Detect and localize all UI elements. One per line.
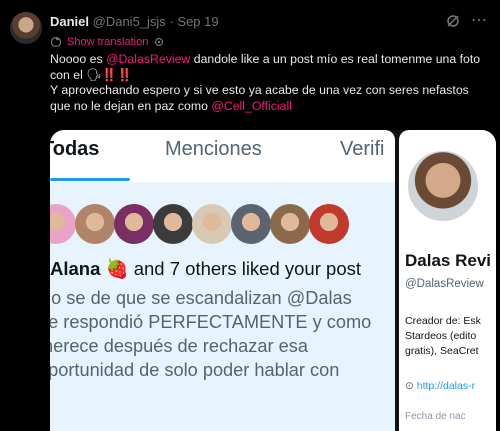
gear-icon[interactable] [153, 36, 165, 48]
show-translation-label: Show translation [67, 36, 149, 48]
show-translation-link[interactable]: Show translation [50, 36, 165, 48]
tab-menciones: Menciones [165, 138, 262, 160]
post-line: oportunidad de solo poder hablar con [50, 360, 340, 380]
mention-dalasreview[interactable]: @DalasReview [106, 52, 190, 66]
double-exclamation-emoji: ‼️ [101, 67, 118, 82]
tweet-text-1a: Noooo es [50, 52, 107, 66]
bio-line: Stardeos (edito [405, 330, 477, 342]
avatar-4 [153, 204, 193, 244]
post-line: merece después de rechazar esa [50, 336, 308, 356]
post-line: Le respondió PERFECTAMENTE y como [50, 312, 372, 332]
active-tab-indicator [50, 178, 130, 181]
author-handle[interactable]: @Dani5_jsjs [93, 14, 166, 29]
bio-line: Creador de: Esk [405, 315, 481, 327]
profile-url: http://dalas-r [416, 380, 476, 392]
strawberry-emoji: 🍓 [105, 258, 129, 279]
profile-link: ⊙ http://dalas-r [405, 380, 475, 392]
tweet-header: Daniel @Dani5_jsjs · Sep 19 [50, 14, 219, 29]
avatar-6 [231, 204, 271, 244]
mention-cell[interactable]: @Cell_Officiall [211, 99, 292, 113]
profile-birthdate: Fecha de nac [405, 411, 466, 422]
double-exclamation-emoji-2: ‼️ [117, 67, 133, 82]
profile-bio: Creador de: Esk Stardeos (edito gratis),… [405, 314, 496, 359]
profile-card: Dalas Revi @DalasReview Creador de: Esk … [399, 130, 496, 431]
profile-handle: @DalasReview [405, 278, 484, 290]
notification-tabs: Todas Menciones Verifi [50, 130, 395, 183]
avatar-2 [75, 204, 115, 244]
more-options-icon[interactable]: ⋯ [470, 12, 488, 30]
avatar-7 [270, 204, 310, 244]
notification-screenshot: Todas Menciones Verifi Alana 🍓 and 7 oth… [50, 130, 395, 431]
speaking-head-emoji: 🗣 [86, 67, 102, 82]
attached-image[interactable]: Todas Menciones Verifi Alana 🍓 and 7 oth… [50, 130, 496, 431]
bio-line: gratis), SeaCret [405, 345, 479, 357]
post-line: No se de que se escandalizan @Dalas [50, 288, 352, 308]
avatar-5 [192, 204, 232, 244]
liked-text: and 7 others liked your post [133, 258, 361, 279]
avatar-3 [114, 204, 154, 244]
tweet-date[interactable]: Sep 19 [177, 14, 218, 29]
tab-verified: Verifi [340, 138, 385, 160]
liked-post-text: No se de que se escandalizan @Dalas Le r… [50, 286, 395, 382]
translate-icon [50, 36, 62, 48]
avatar-8 [309, 204, 349, 244]
author-name[interactable]: Daniel [50, 14, 89, 29]
separator: · [169, 14, 174, 29]
tab-todas: Todas [50, 138, 100, 160]
author-avatar[interactable] [10, 12, 42, 44]
grok-icon[interactable] [446, 14, 460, 28]
profile-name: Dalas Revi [405, 251, 491, 270]
link-icon: ⊙ [405, 380, 414, 392]
liked-summary: Alana 🍓 and 7 others liked your post [50, 258, 361, 280]
tweet-text: Noooo es @DalasReview dandole like a un … [50, 52, 490, 114]
liker-name: Alana [50, 258, 101, 279]
profile-avatar [405, 148, 481, 224]
